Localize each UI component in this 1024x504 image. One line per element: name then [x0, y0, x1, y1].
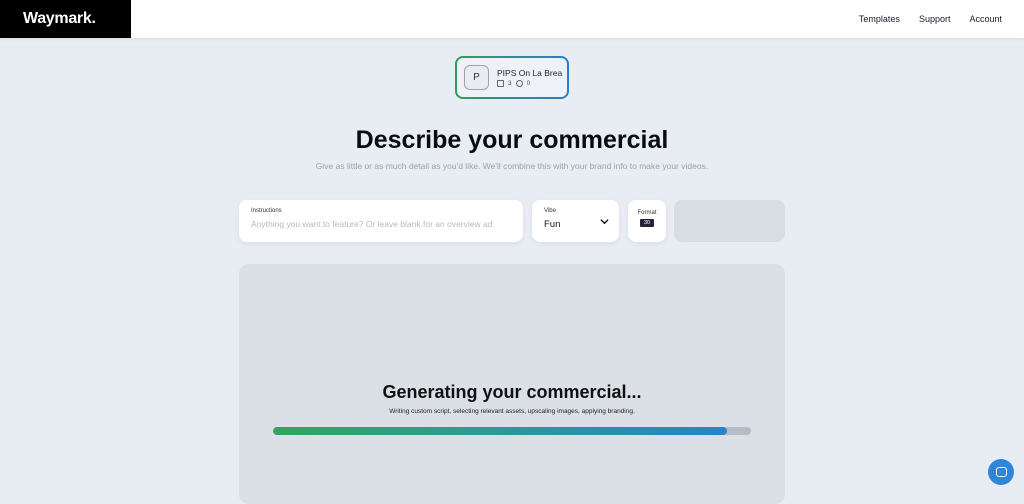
brand-selector[interactable]: P PIPS On La Brea 3 0 [455, 56, 569, 99]
nav-support[interactable]: Support [919, 14, 951, 24]
preview-panel: Generating your commercial... Writing cu… [239, 264, 785, 504]
format-badge: 30 [639, 219, 655, 227]
brand-avatar: P [464, 65, 489, 90]
top-nav-bar: Waymark. Templates Support Account [0, 0, 1024, 38]
chevron-down-icon [600, 219, 609, 225]
instructions-input[interactable] [251, 219, 511, 229]
logo[interactable]: Waymark. [0, 0, 131, 38]
progress-fill [273, 427, 728, 435]
nav-account[interactable]: Account [969, 14, 1002, 24]
vibe-value: Fun [544, 219, 561, 230]
page-title: Describe your commercial [355, 126, 669, 154]
nav-templates[interactable]: Templates [859, 14, 900, 24]
format-label: Format [637, 210, 657, 216]
vibe-select[interactable]: Vibe Fun [532, 200, 619, 242]
chat-button[interactable] [988, 459, 1014, 485]
brand-selector-inner: P PIPS On La Brea 3 0 [457, 58, 567, 97]
video-icon [515, 80, 523, 87]
chat-icon [995, 467, 1007, 477]
page-subtitle: Give as little or as much detail as you'… [315, 161, 709, 171]
instructions-field[interactable]: Instructions [239, 200, 523, 242]
brand-stats: 3 0 [497, 80, 562, 87]
brand-images-count: 3 [508, 80, 512, 87]
generating-title: Generating your commercial... [382, 382, 642, 402]
instructions-label: Instructions [251, 208, 282, 214]
logo-text: Waymark. [23, 10, 96, 27]
image-icon [497, 80, 504, 87]
format-select[interactable]: Format 30 [628, 200, 666, 242]
brand-videos-count: 0 [526, 80, 531, 87]
brand-info: PIPS On La Brea 3 0 [497, 68, 562, 87]
vibe-label: Vibe [544, 208, 556, 214]
main-nav: Templates Support Account [859, 0, 1002, 38]
generate-button[interactable] [674, 200, 785, 242]
progress-bar [273, 427, 751, 435]
brand-name: PIPS On La Brea [497, 68, 563, 78]
generating-status: Writing custom script, selecting relevan… [389, 408, 635, 415]
